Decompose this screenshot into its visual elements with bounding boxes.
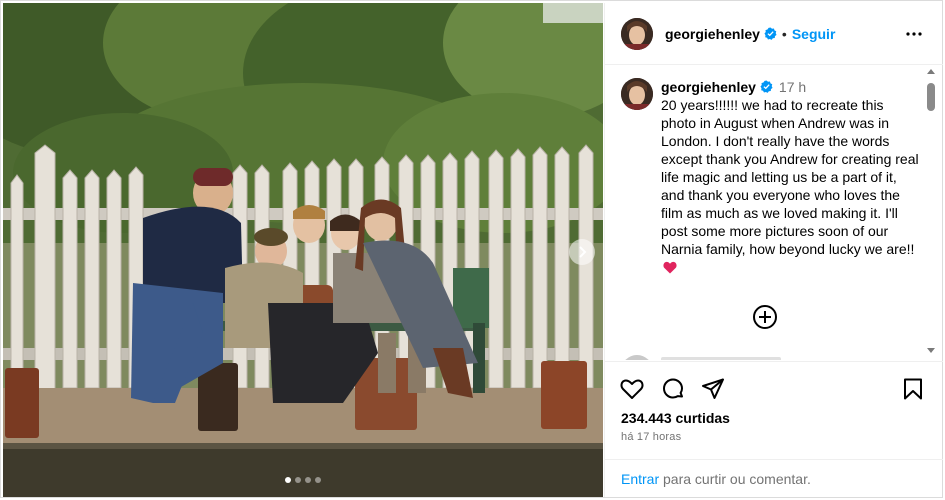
caption-avatar[interactable]: [621, 78, 653, 110]
share-icon[interactable]: [700, 376, 726, 402]
caption-username[interactable]: georgiehenley: [661, 79, 756, 95]
verified-badge-icon: [764, 27, 777, 40]
carousel-indicator: [285, 477, 321, 483]
carousel-dot: [315, 477, 321, 483]
post-window: georgiehenley • Seguir georgiehenley 17 …: [0, 0, 943, 498]
login-prompt: Entrar para curtir ou comentar.: [605, 459, 943, 497]
comments-scrollbar[interactable]: [925, 67, 937, 357]
caption-text-content: 20 years!!!!!! we had to recreate this p…: [661, 97, 923, 257]
more-options-icon[interactable]: [905, 25, 923, 43]
verified-badge-icon: [760, 80, 773, 93]
caption-body: georgiehenley 17 h 20 years!!!!!! we had…: [661, 78, 919, 276]
follow-button[interactable]: Seguir: [792, 26, 836, 42]
avatar-image: [621, 78, 653, 110]
post-header: georgiehenley • Seguir: [605, 3, 943, 65]
caption-time[interactable]: 17 h: [779, 79, 806, 95]
carousel-dot: [295, 477, 301, 483]
scroll-thumb[interactable]: [927, 83, 935, 111]
carousel-dot: [285, 477, 291, 483]
post-photo[interactable]: [3, 3, 603, 497]
red-heart-icon: [663, 261, 677, 274]
post-side-panel: georgiehenley • Seguir georgiehenley 17 …: [604, 3, 943, 497]
next-slide-button[interactable]: [569, 239, 595, 265]
login-text: Entrar para curtir ou comentar.: [621, 471, 811, 487]
username[interactable]: georgiehenley: [665, 26, 760, 42]
next-comment-preview: [661, 357, 781, 360]
login-suffix: para curtir ou comentar.: [659, 471, 811, 487]
plus-circle-icon[interactable]: [752, 304, 778, 330]
caption-text: 20 years!!!!!! we had to recreate this p…: [661, 96, 919, 276]
heart-icon[interactable]: [619, 376, 645, 402]
post-actions: 234.443 curtidas há 17 horas Entrar para…: [605, 361, 943, 497]
scroll-down-arrow[interactable]: [927, 348, 935, 353]
bookmark-icon[interactable]: [900, 376, 926, 402]
scroll-up-arrow[interactable]: [927, 69, 935, 74]
avatar-image: [621, 17, 653, 50]
post-time: há 17 horas: [621, 431, 682, 443]
separator-dot: •: [781, 25, 787, 42]
caption-header: georgiehenley 17 h: [661, 78, 919, 96]
comment-icon[interactable]: [660, 376, 686, 402]
login-link[interactable]: Entrar: [621, 471, 659, 487]
carousel-dot: [305, 477, 311, 483]
photo-illustration: [3, 3, 603, 497]
avatar[interactable]: [621, 17, 653, 50]
next-comment-avatar: [621, 355, 653, 360]
comments-area[interactable]: georgiehenley 17 h 20 years!!!!!! we had…: [605, 66, 943, 360]
chevron-right-icon: [579, 246, 587, 258]
likes-count[interactable]: 234.443 curtidas: [621, 410, 730, 426]
